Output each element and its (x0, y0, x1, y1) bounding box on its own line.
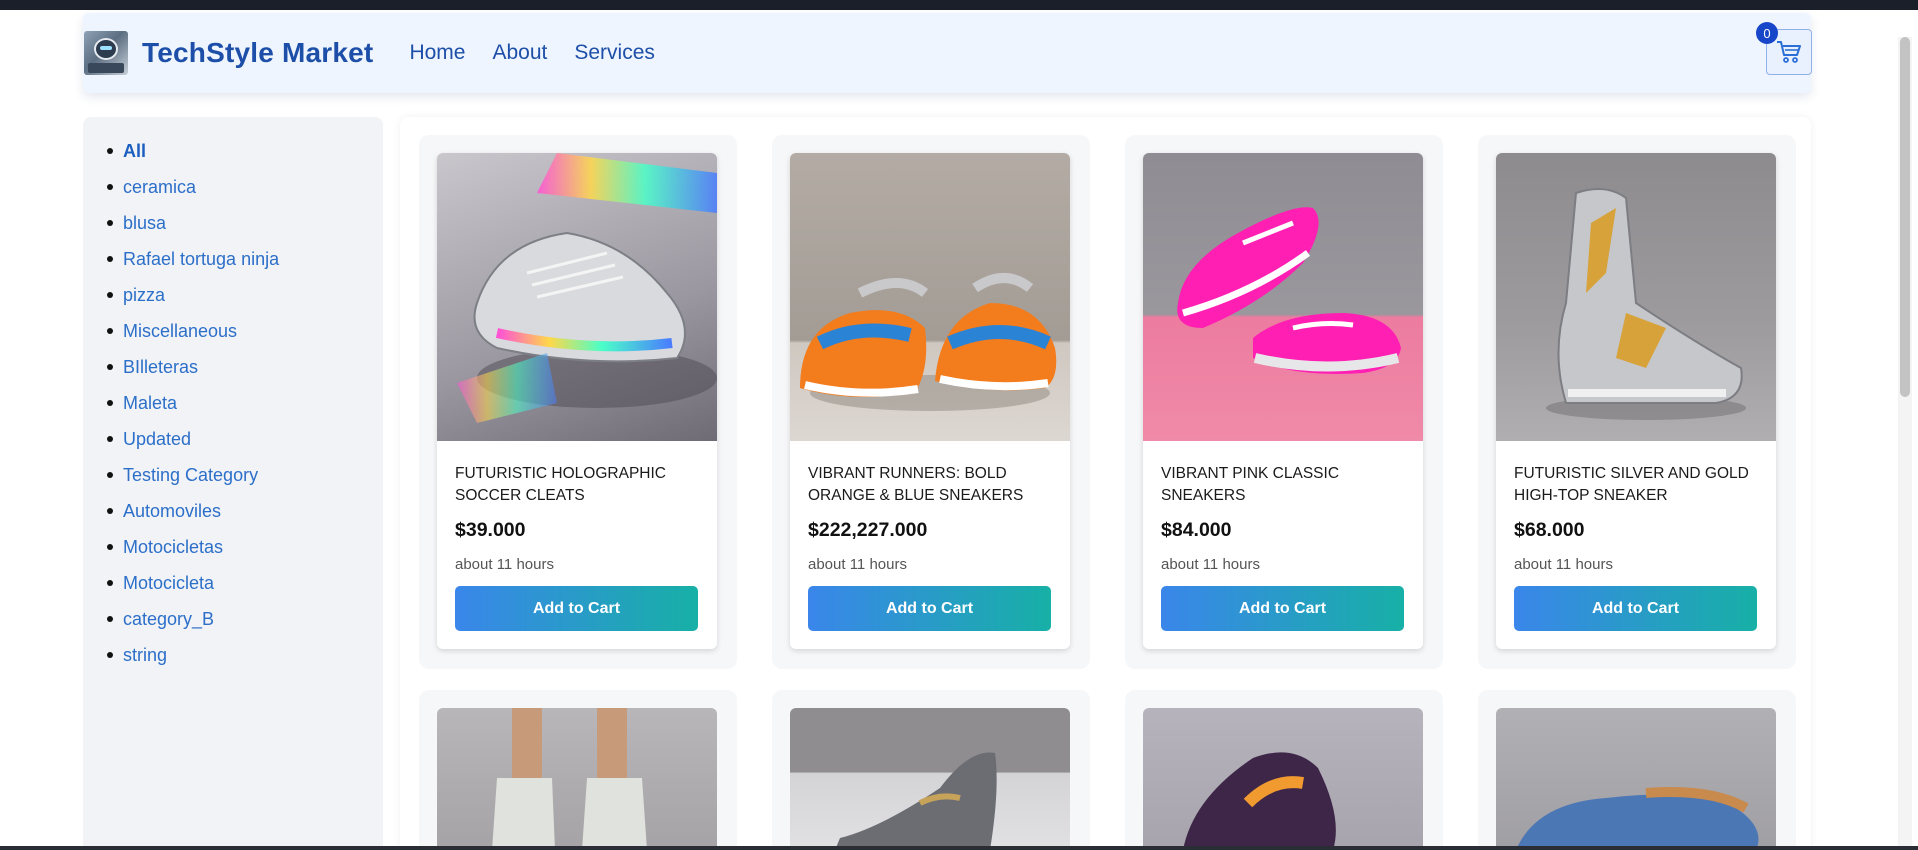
brand-logo[interactable] (84, 31, 128, 75)
category-item[interactable]: Automoviles (107, 495, 383, 531)
product-name[interactable]: FUTURISTIC HOLOGRAPHIC SOCCER CLEATS (455, 463, 705, 507)
product-card[interactable]: FUTURISTIC HOLOGRAPHIC SOCCER CLEATS $39… (437, 153, 717, 649)
product-card[interactable]: FUTURISTIC SILVER AND GOLD HIGH-TOP SNEA… (1496, 153, 1776, 649)
product-price: $84.000 (1161, 519, 1232, 541)
product-name[interactable]: FUTURISTIC SILVER AND GOLD HIGH-TOP SNEA… (1514, 463, 1764, 507)
add-to-cart-button[interactable]: Add to Cart (808, 586, 1051, 631)
product-image[interactable] (437, 708, 717, 850)
category-item[interactable]: Maleta (107, 387, 383, 423)
category-item[interactable]: Rafael tortuga ninja (107, 243, 383, 279)
product-image[interactable] (790, 708, 1070, 850)
product-tile (1478, 690, 1796, 850)
nav-home[interactable]: Home (409, 41, 465, 65)
add-to-cart-button[interactable]: Add to Cart (1161, 586, 1404, 631)
nav-about[interactable]: About (492, 41, 547, 65)
category-item[interactable]: Motocicleta (107, 567, 383, 603)
page-scrollbar[interactable] (1898, 37, 1912, 850)
product-tile: FUTURISTIC HOLOGRAPHIC SOCCER CLEATS $39… (419, 135, 737, 669)
category-item[interactable]: ceramica (107, 171, 383, 207)
shopping-cart-icon (1777, 41, 1801, 63)
product-card[interactable]: VIBRANT RUNNERS: BOLD ORANGE & BLUE SNEA… (790, 153, 1070, 649)
category-list: All ceramica blusa Rafael tortuga ninja … (83, 117, 383, 675)
category-item[interactable]: blusa (107, 207, 383, 243)
product-time: about 11 hours (1161, 556, 1260, 573)
product-name[interactable]: VIBRANT PINK CLASSIC SNEAKERS (1161, 463, 1411, 507)
product-tile: VIBRANT PINK CLASSIC SNEAKERS $84.000 ab… (1125, 135, 1443, 669)
product-image[interactable] (790, 153, 1070, 441)
cart-count-badge: 0 (1756, 22, 1778, 44)
category-item[interactable]: category_B (107, 603, 383, 639)
product-price: $68.000 (1514, 519, 1585, 541)
product-time: about 11 hours (1514, 556, 1613, 573)
add-to-cart-button[interactable]: Add to Cart (455, 586, 698, 631)
category-all[interactable]: All (107, 135, 383, 171)
category-item[interactable]: Motocicletas (107, 531, 383, 567)
nav-services[interactable]: Services (574, 41, 655, 65)
product-image[interactable] (1143, 153, 1423, 441)
category-item[interactable]: string (107, 639, 383, 675)
product-tile (1125, 690, 1443, 850)
product-image[interactable] (437, 153, 717, 441)
category-item[interactable]: Updated (107, 423, 383, 459)
product-name[interactable]: VIBRANT RUNNERS: BOLD ORANGE & BLUE SNEA… (808, 463, 1058, 507)
product-price: $39.000 (455, 519, 526, 541)
product-image[interactable] (1143, 708, 1423, 850)
brand-name[interactable]: TechStyle Market (142, 37, 373, 69)
product-price: $222,227.000 (808, 519, 928, 541)
category-item[interactable]: BIlleteras (107, 351, 383, 387)
category-sidebar: All ceramica blusa Rafael tortuga ninja … (83, 117, 383, 850)
product-tile (772, 690, 1090, 850)
product-image[interactable] (1496, 153, 1776, 441)
browser-top-strip (0, 0, 1918, 10)
scrollbar-thumb[interactable] (1900, 37, 1910, 397)
product-card[interactable]: VIBRANT PINK CLASSIC SNEAKERS $84.000 ab… (1143, 153, 1423, 649)
add-to-cart-button[interactable]: Add to Cart (1514, 586, 1757, 631)
product-image[interactable] (1496, 708, 1776, 850)
window-bottom-edge (0, 846, 1918, 850)
category-item[interactable]: Miscellaneous (107, 315, 383, 351)
top-navbar: TechStyle Market Home About Services 0 (83, 13, 1812, 93)
product-tile: VIBRANT RUNNERS: BOLD ORANGE & BLUE SNEA… (772, 135, 1090, 669)
category-item[interactable]: pizza (107, 279, 383, 315)
product-tile (419, 690, 737, 850)
product-grid: FUTURISTIC HOLOGRAPHIC SOCCER CLEATS $39… (400, 117, 1811, 850)
product-time: about 11 hours (808, 556, 907, 573)
product-time: about 11 hours (455, 556, 554, 573)
product-tile: FUTURISTIC SILVER AND GOLD HIGH-TOP SNEA… (1478, 135, 1796, 669)
category-item[interactable]: Testing Category (107, 459, 383, 495)
